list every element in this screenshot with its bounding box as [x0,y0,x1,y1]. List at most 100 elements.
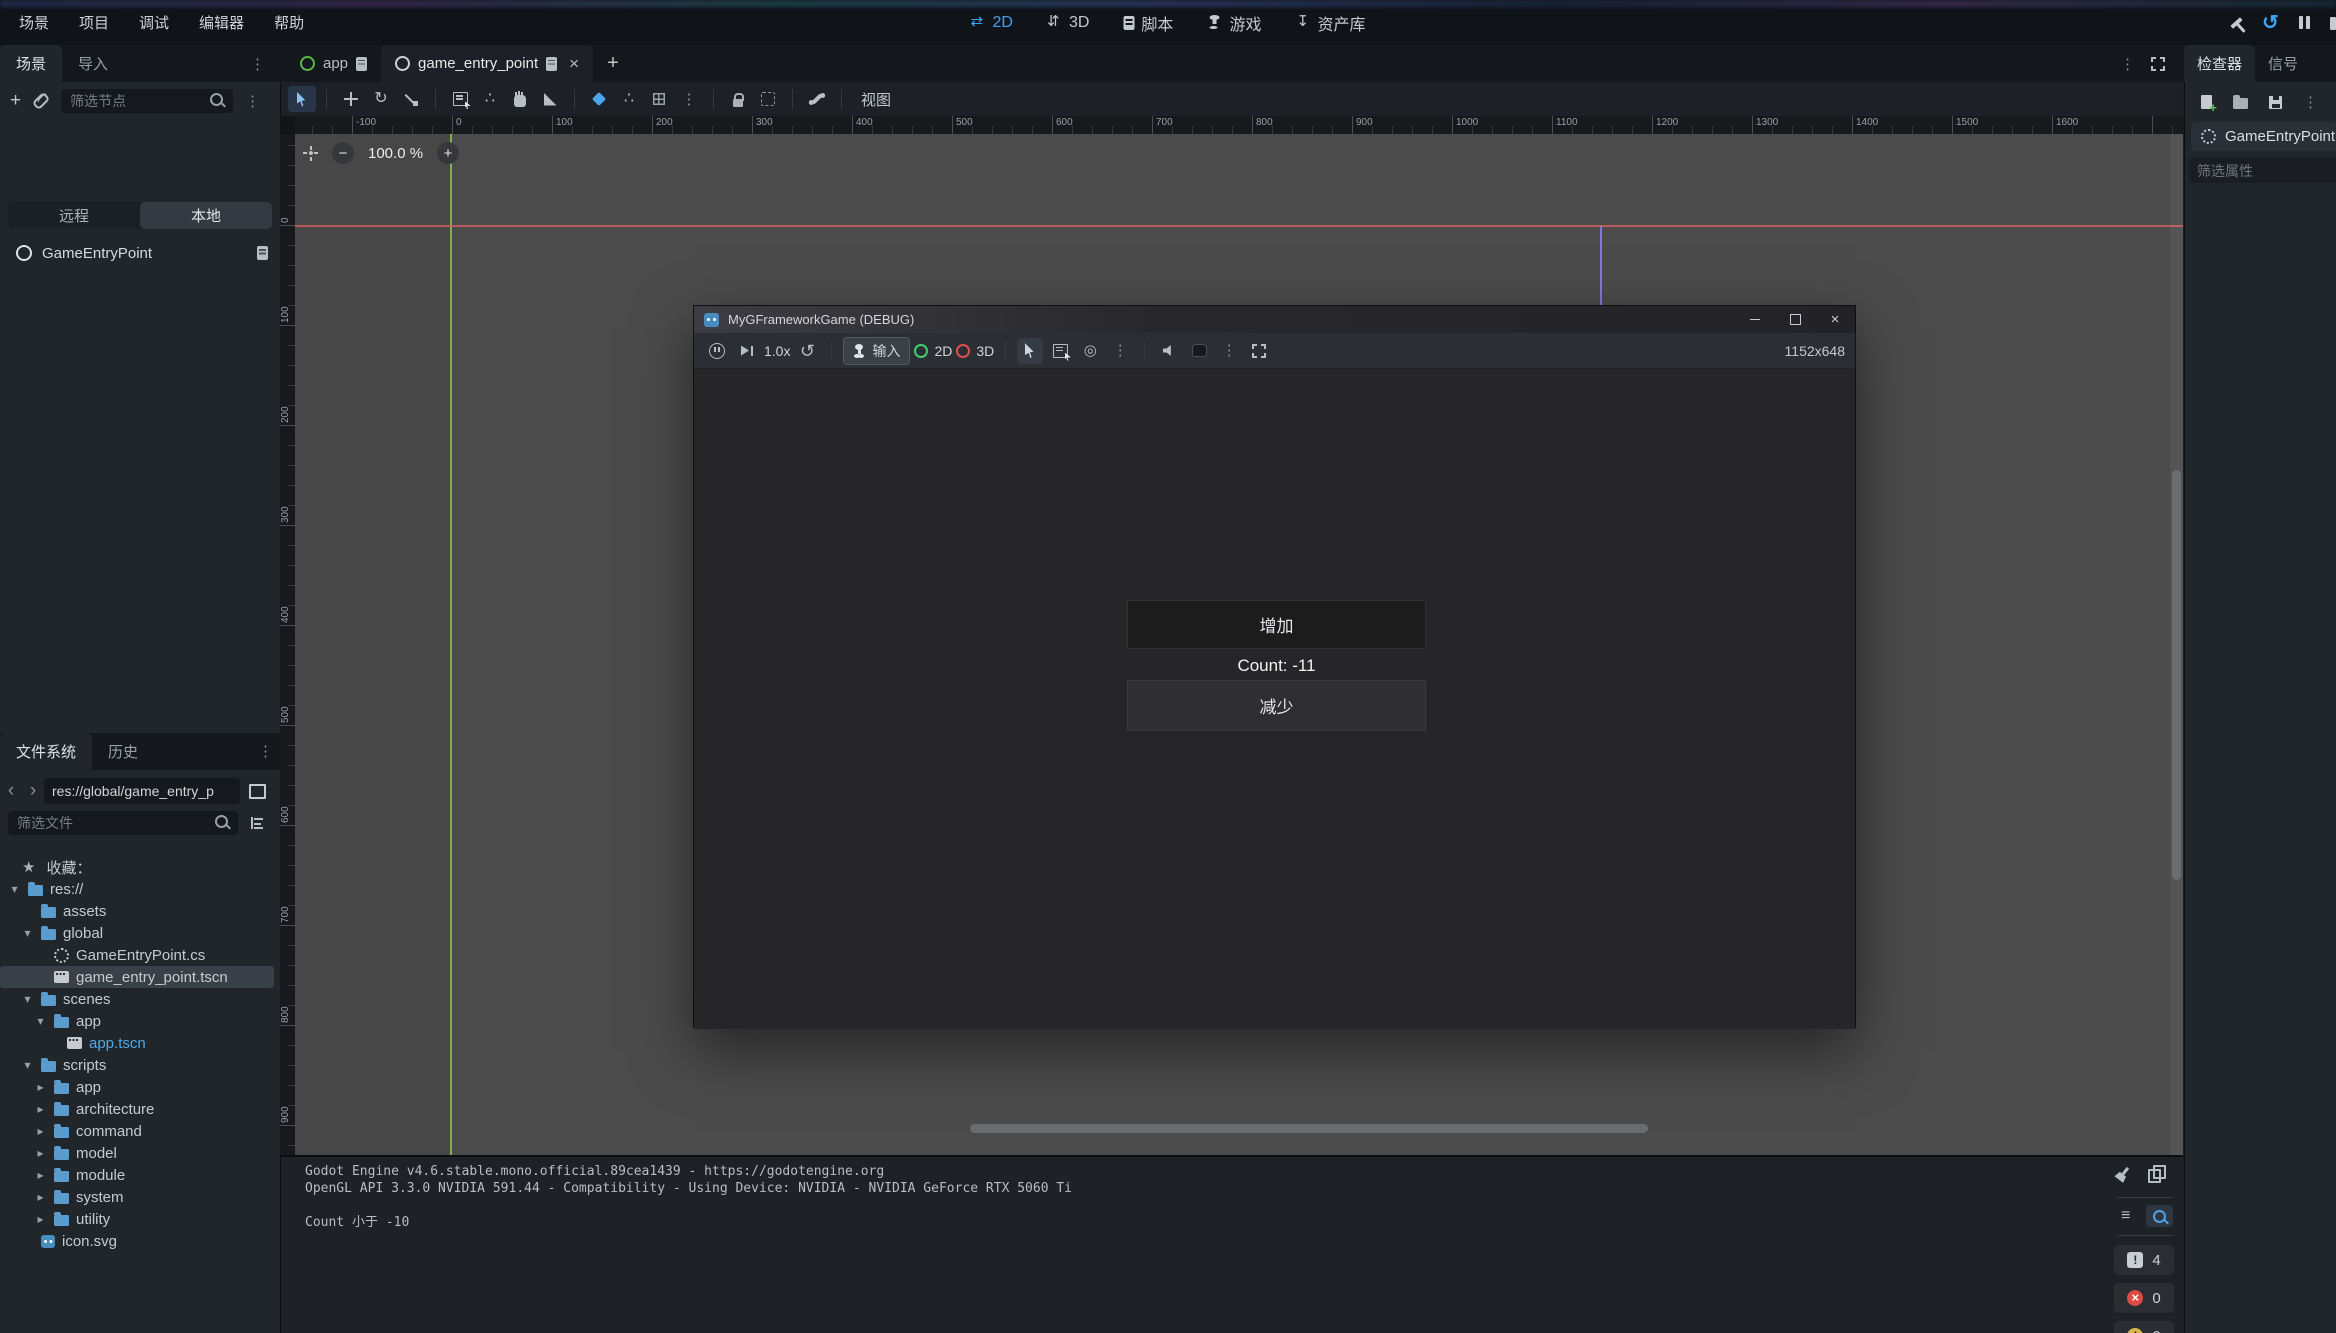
lock-node-button[interactable] [724,86,752,112]
menu-item[interactable]: 编辑器 [184,12,259,33]
snap-points-button[interactable]: ∴ [476,86,504,112]
messages-filter-badge[interactable]: 4 [2114,1245,2174,1275]
center-view-icon[interactable] [303,146,318,161]
instance-scene-icon[interactable] [32,92,50,110]
mute-audio-button[interactable] [1156,338,1182,364]
close-window-button[interactable]: × [1815,306,1855,333]
game-select-list-button[interactable] [1047,338,1073,364]
group-node-button[interactable] [754,86,782,112]
expand-viewport-icon[interactable] [2151,57,2165,71]
collapse-output-icon[interactable]: ≡ [2121,1208,2130,1224]
grid-snap-dots-button[interactable]: ∴ [615,86,643,112]
restart-scene-icon[interactable]: ↺ [2262,14,2280,32]
sort-files-icon[interactable] [250,817,263,829]
chevron-down-icon[interactable]: ▾ [34,1014,47,1028]
new-resource-icon[interactable] [2201,95,2212,109]
menu-item[interactable]: 项目 [64,12,124,33]
horizontal-scrollbar[interactable] [970,1124,1648,1133]
ruler-mode-button[interactable] [536,86,564,112]
chevron-right-icon[interactable]: ▸ [34,1124,47,1138]
add-node-button[interactable]: + [10,90,21,112]
file-tree-item[interactable]: ▾scenes [0,988,280,1010]
scale-mode-button[interactable] [397,86,425,112]
workspace-tab-assetlib[interactable]: 资产库 [1295,11,1365,35]
attached-script-icon[interactable] [257,246,268,260]
nav-back-icon[interactable]: ‹ [0,780,22,802]
rotate-mode-button[interactable]: ↻ [367,86,395,112]
game-window-titlebar[interactable]: MyGFrameworkGame (DEBUG) × [694,306,1855,333]
chevron-right-icon[interactable]: ▸ [34,1190,47,1204]
view-menu-button[interactable]: 视图 [861,89,891,110]
smart-snap-button[interactable] [585,86,613,112]
embed-options-button[interactable] [1186,338,1212,364]
stop-icon-partial[interactable] [2330,17,2336,30]
3d-select-mode-button[interactable]: 3D [956,338,994,364]
script-icon[interactable] [546,57,557,71]
errors-filter-badge[interactable]: 0 [2114,1283,2174,1313]
file-tree-item[interactable]: ▸module [0,1164,280,1186]
filter-nodes-input[interactable] [61,89,233,113]
remote-button[interactable]: 远程 [8,202,140,229]
chevron-down-icon[interactable]: ▾ [21,1058,34,1072]
workspace-tab-2d[interactable]: 2D [971,14,1013,32]
menu-item[interactable]: 帮助 [259,12,319,33]
tab-scene[interactable]: 场景 [0,45,62,82]
workspace-tab-game[interactable]: 游戏 [1207,11,1261,35]
menu-item[interactable]: 场景 [4,12,64,33]
game-viewport[interactable]: 增加 Count: -11 减少 [694,369,1855,1029]
scene-dock-menu-icon[interactable]: ⋮ [250,45,265,82]
tab-signals[interactable]: 信号 [2255,45,2311,82]
decrease-button[interactable]: 减少 [1127,680,1426,731]
search-output-button[interactable] [2146,1205,2173,1227]
grid-snap-button[interactable] [645,86,673,112]
close-tab-icon[interactable]: × [565,54,579,74]
file-tree-item[interactable]: ▸app [0,1076,280,1098]
favorites-row[interactable]: ★ 收藏： [0,856,280,878]
script-icon[interactable] [356,57,367,71]
scene-tab-game-entry-point[interactable]: game_entry_point × [381,45,593,82]
move-mode-button[interactable] [337,86,365,112]
zoom-out-button[interactable]: − [332,142,354,164]
chevron-right-icon[interactable]: ▸ [34,1102,47,1116]
nav-forward-icon[interactable]: › [22,780,44,802]
chevron-right-icon[interactable]: ▸ [34,1146,47,1160]
reset-time-scale-button[interactable]: ↺ [794,338,820,364]
load-resource-icon[interactable] [2233,98,2248,109]
snap-options-menu[interactable]: ⋮ [675,86,703,112]
input-mode-button[interactable]: 输入 [843,337,910,365]
menu-item[interactable]: 调试 [124,12,184,33]
2d-select-mode-button[interactable]: 2D [914,338,952,364]
camera-override-button[interactable]: ◎ [1077,338,1103,364]
copy-output-icon[interactable] [2148,1169,2161,1183]
file-tree-item[interactable]: ▾app [0,1010,280,1032]
split-view-icon[interactable] [249,784,266,799]
warnings-filter-badge[interactable]: 0 [2114,1321,2174,1333]
scene-tree-menu-icon[interactable]: ⋮ [245,94,260,109]
file-tree-item[interactable]: ▾global [0,922,280,944]
increase-button[interactable]: 增加 [1127,600,1426,649]
file-tree-item[interactable]: icon.svg [0,1230,280,1252]
file-tree-item[interactable]: ▸system [0,1186,280,1208]
file-tree-item[interactable]: assets [0,900,280,922]
filesystem-menu-icon[interactable]: ⋮ [258,733,273,770]
save-resource-icon[interactable] [2269,96,2282,109]
file-tree-item[interactable]: ▸architecture [0,1098,280,1120]
chevron-down-icon[interactable]: ▾ [8,882,21,896]
pause-scene-icon[interactable] [2296,14,2314,32]
local-button[interactable]: 本地 [140,202,272,229]
new-scene-tab-button[interactable]: + [607,52,619,75]
scene-tree-root-node[interactable]: GameEntryPoint [2,240,278,266]
suspend-button[interactable] [704,338,730,364]
vertical-scrollbar[interactable] [2172,470,2181,880]
tab-history[interactable]: 历史 [92,733,154,770]
filter-files-input[interactable] [8,811,238,835]
file-tree-item[interactable]: ▸utility [0,1208,280,1230]
file-tree-item[interactable]: game_entry_point.tscn [0,966,274,988]
next-frame-button[interactable] [734,338,760,364]
workspace-tab-script[interactable]: 脚本 [1123,11,1173,35]
tab-filesystem[interactable]: 文件系统 [0,733,92,770]
scene-list-menu-icon[interactable]: ⋮ [2120,55,2135,73]
zoom-level[interactable]: 100.0 % [368,145,423,162]
tab-partial[interactable] [2311,45,2316,82]
movie-maker-icon[interactable] [2228,14,2246,32]
